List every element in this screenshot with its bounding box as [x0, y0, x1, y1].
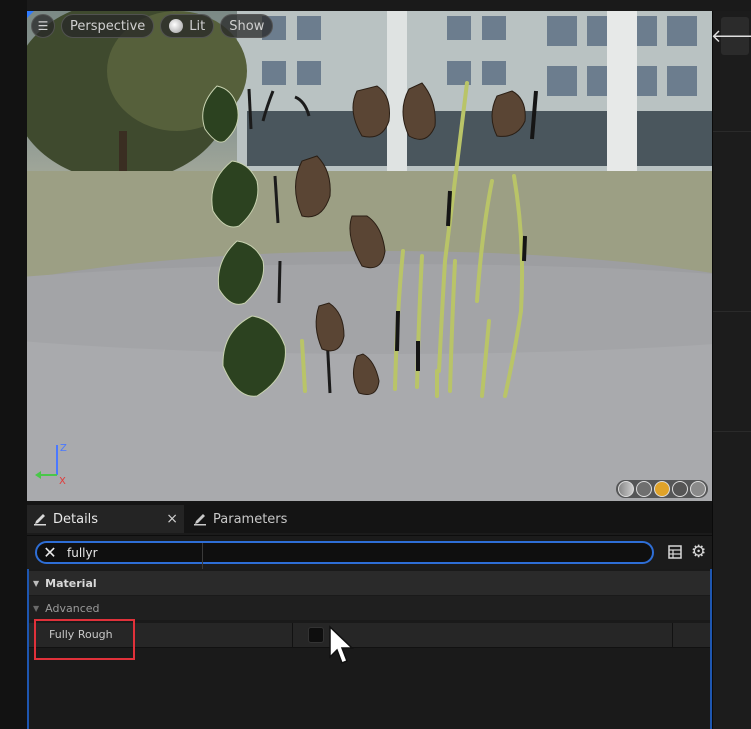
cube-shape-icon[interactable] [672, 481, 688, 497]
column-divider [672, 623, 673, 648]
mouse-cursor-icon [329, 625, 354, 664]
grid-line [713, 311, 751, 312]
grid-line [713, 431, 751, 432]
viewport-menu-button[interactable]: ☰ [31, 14, 55, 38]
viewport-scene [27, 11, 712, 501]
search-input[interactable] [67, 545, 627, 560]
top-bar [0, 0, 751, 11]
category-label: Material [45, 576, 97, 590]
viewport-toolbar: ☰ Perspective Lit Show [31, 14, 274, 38]
subcategory-advanced[interactable]: ▼ Advanced [29, 596, 710, 620]
axis-gizmo: Z X [35, 443, 67, 485]
grid-line [713, 131, 751, 132]
tab-parameters-label: Parameters [213, 511, 288, 527]
sphere-shape-icon[interactable] [636, 481, 652, 497]
hamburger-icon: ☰ [37, 19, 49, 33]
lit-mode-button[interactable]: Lit [160, 14, 215, 38]
perspective-button[interactable]: Perspective [61, 14, 155, 38]
editor-window: ☰ Perspective Lit Show Z X 🡐 Details × P… [0, 0, 751, 729]
plane-shape-icon[interactable] [654, 481, 670, 497]
pencil-icon [194, 514, 206, 526]
subcategory-label: Advanced [45, 601, 100, 615]
gear-icon[interactable]: ⚙ [691, 543, 706, 561]
left-edge-panel [0, 0, 27, 729]
details-panel: Details × Parameters ✕ fullyr ⚙ ▼ Materi… [27, 503, 712, 729]
tab-parameters[interactable]: Parameters [189, 505, 287, 533]
graph-panel-edge: 🡐 [711, 11, 751, 729]
category-material[interactable]: ▼ Material [29, 571, 710, 595]
expand-triangle-icon: ▼ [33, 578, 40, 588]
preview-shape-selector [616, 480, 708, 498]
fully-rough-checkbox[interactable] [308, 627, 324, 643]
tab-details[interactable]: Details × [27, 505, 184, 533]
search-box[interactable]: ✕ [35, 541, 654, 570]
axis-z-label: Z [60, 443, 67, 454]
tab-details-label: Details [53, 511, 99, 527]
show-label: Show [229, 18, 265, 34]
lit-sphere-icon [169, 19, 184, 33]
pencil-icon [34, 514, 46, 526]
back-arrow-icon: 🡐 [710, 25, 751, 47]
close-tab-icon[interactable]: × [166, 511, 178, 527]
panel-tabs: Details × Parameters [27, 503, 712, 533]
axis-x-label: X [59, 476, 66, 485]
annotation-highlight [34, 619, 135, 660]
clear-search-icon[interactable]: ✕ [41, 543, 59, 562]
expand-triangle-icon: ▼ [33, 603, 40, 613]
lit-label: Lit [189, 18, 206, 34]
search-divider [202, 543, 203, 570]
search-row: ✕ ⚙ [27, 535, 712, 570]
cylinder-shape-icon[interactable] [618, 481, 634, 497]
show-button[interactable]: Show [220, 14, 274, 38]
column-divider[interactable] [292, 623, 293, 648]
table-view-icon[interactable] [668, 545, 682, 559]
perspective-label: Perspective [70, 18, 146, 34]
back-arrow-button[interactable]: 🡐 [711, 17, 751, 55]
preview-viewport[interactable]: ☰ Perspective Lit Show Z X [27, 11, 712, 501]
teapot-shape-icon[interactable] [690, 481, 706, 497]
